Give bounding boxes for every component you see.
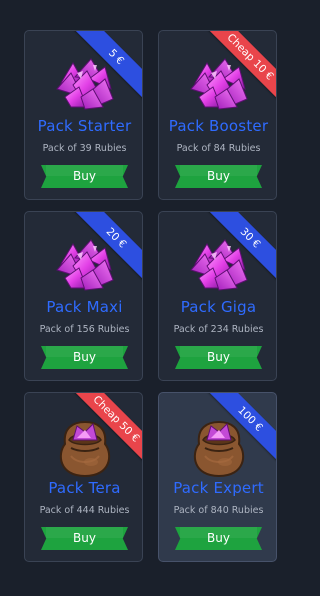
buy-button[interactable]: Buy [175, 527, 262, 550]
buy-button[interactable]: Buy [41, 527, 128, 550]
buy-button[interactable]: Buy [41, 346, 128, 369]
pack-description: Pack of 234 Rubies [173, 324, 264, 335]
rubies-icon [25, 230, 142, 300]
shop-grid: 5 € Pack Starter Pack of 39 Rubies Buy C… [0, 0, 300, 596]
pack-description: Pack of 840 Rubies [173, 505, 264, 516]
pack-description: Pack of 156 Rubies [39, 324, 130, 335]
pack-card-booster: Cheap 10 € Pack Booster Pack of 84 Rubie… [158, 30, 277, 200]
buy-button[interactable]: Buy [41, 165, 128, 188]
rubies-bag-icon [159, 411, 276, 481]
pack-card-giga: 30 € Pack Giga Pack of 234 Rubies Buy [158, 211, 277, 381]
rubies-icon [159, 230, 276, 300]
pack-title: Pack Booster [168, 117, 269, 135]
rubies-bag-icon [25, 411, 142, 481]
pack-card-tera: Cheap 50 € Pack Tera Pack of 444 Rubies … [24, 392, 143, 562]
rubies-icon [159, 49, 276, 119]
pack-title: Pack Expert [173, 479, 264, 497]
pack-card-maxi: 20 € Pack Maxi Pack of 156 Rubies Buy [24, 211, 143, 381]
pack-title: Pack Giga [180, 298, 257, 316]
pack-card-expert: 100 € Pack Expert Pack of 840 Rubies Buy [158, 392, 277, 562]
pack-title: Pack Starter [37, 117, 132, 135]
pack-description: Pack of 84 Rubies [176, 143, 261, 154]
buy-button[interactable]: Buy [175, 346, 262, 369]
pack-card-starter: 5 € Pack Starter Pack of 39 Rubies Buy [24, 30, 143, 200]
buy-button[interactable]: Buy [175, 165, 262, 188]
pack-title: Pack Maxi [46, 298, 123, 316]
rubies-icon [25, 49, 142, 119]
pack-description: Pack of 39 Rubies [42, 143, 127, 154]
pack-description: Pack of 444 Rubies [39, 505, 130, 516]
pack-title: Pack Tera [48, 479, 121, 497]
